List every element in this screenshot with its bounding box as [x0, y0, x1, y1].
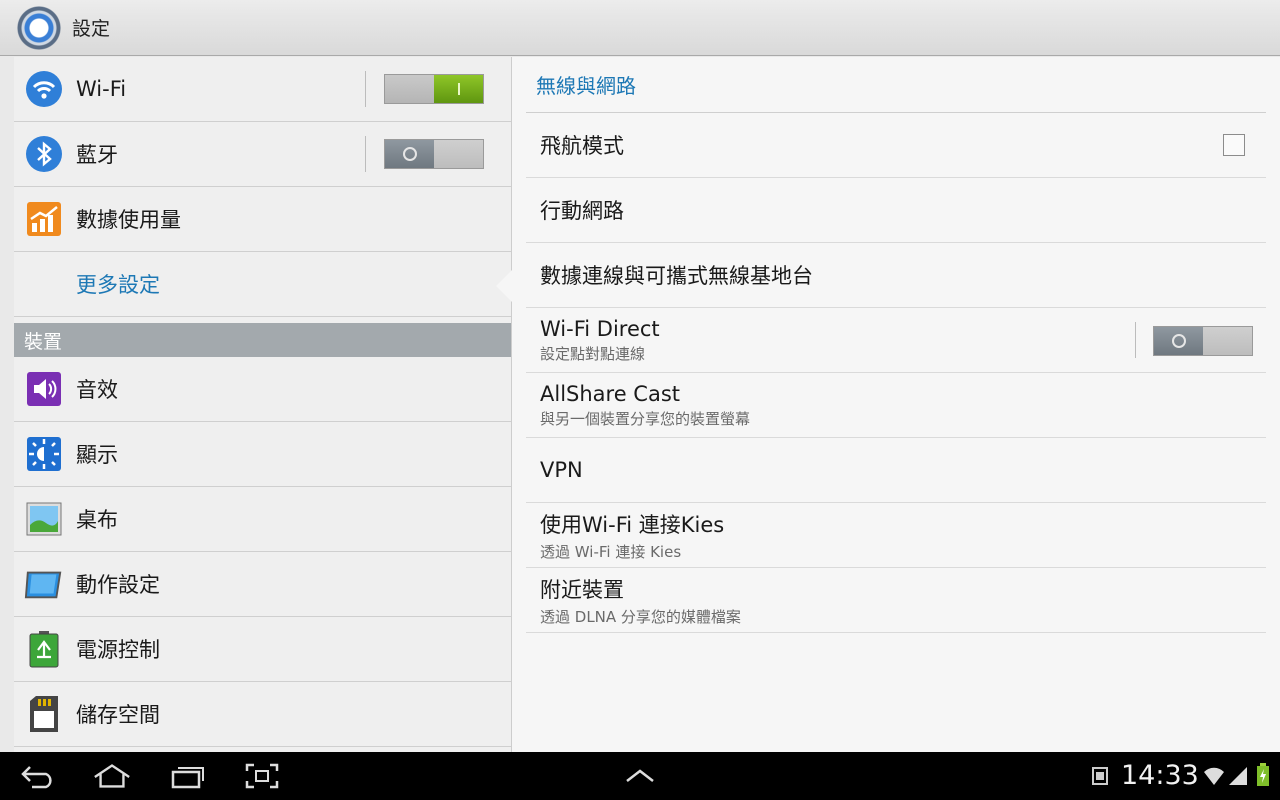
- expand-up-icon[interactable]: [620, 762, 660, 790]
- setting-vpn[interactable]: VPN: [526, 438, 1266, 503]
- sidebar-item-bluetooth[interactable]: 藍牙: [14, 122, 512, 187]
- setting-kies-via-wifi[interactable]: 使用Wi-Fi 連接Kies 透過 Wi-Fi 連接 Kies: [526, 503, 1266, 568]
- sidebar-item-label: Wi-Fi: [76, 77, 127, 101]
- sidebar-item-label: 更多設定: [76, 273, 160, 297]
- sidebar-item-label: 顯示: [76, 443, 118, 467]
- setting-subtitle: 與另一個裝置分享您的裝置螢幕: [540, 409, 751, 428]
- sidebar-item-wallpaper[interactable]: 桌布: [14, 487, 512, 552]
- sound-icon: [24, 369, 64, 409]
- setting-subtitle: 透過 DLNA 分享您的媒體檔案: [540, 607, 741, 626]
- divider: [365, 136, 366, 172]
- divider: [1135, 322, 1136, 358]
- selection-pointer: [496, 270, 512, 302]
- settings-gear-icon[interactable]: [17, 5, 61, 50]
- setting-title: VPN: [540, 458, 583, 482]
- detail-header-title: 無線與網路: [536, 74, 636, 98]
- storage-icon: [24, 694, 64, 734]
- settings-categories-pane: Wi-Fi 藍牙 數據使用量 更多設定 裝置 音效 顯示 桌布 動作設定 電源控…: [14, 57, 512, 752]
- setting-title: AllShare Cast: [540, 381, 681, 406]
- sidebar-item-motion[interactable]: 動作設定: [14, 552, 512, 617]
- wifi-direct-toggle[interactable]: [1153, 326, 1253, 356]
- sidebar-item-wifi[interactable]: Wi-Fi: [14, 57, 512, 122]
- screen-capture-icon[interactable]: [242, 762, 282, 790]
- screenshot-icon: [1090, 766, 1110, 790]
- sidebar-item-label: 數據使用量: [76, 208, 181, 232]
- setting-tethering-hotspot[interactable]: 數據連線與可攜式無線基地台: [526, 243, 1266, 308]
- back-icon[interactable]: [18, 762, 58, 790]
- sidebar-item-storage[interactable]: 儲存空間: [14, 682, 512, 747]
- wifi-icon: [24, 69, 64, 109]
- detail-header: 無線與網路: [526, 57, 1266, 113]
- recent-apps-icon[interactable]: [168, 762, 208, 790]
- setting-title: 使用Wi-Fi 連接Kies: [540, 512, 725, 537]
- sidebar-item-data-usage[interactable]: 數據使用量: [14, 187, 512, 252]
- status-clock: 14:33: [1121, 760, 1199, 791]
- wifi-signal-icon: [1203, 766, 1225, 790]
- display-icon: [24, 434, 64, 474]
- setting-nearby-devices[interactable]: 附近裝置 透過 DLNA 分享您的媒體檔案: [526, 568, 1266, 633]
- sidebar-item-label: 動作設定: [76, 573, 160, 597]
- setting-subtitle: 透過 Wi-Fi 連接 Kies: [540, 542, 682, 561]
- app-title: 設定: [72, 18, 111, 40]
- sidebar-item-label: 音效: [76, 378, 118, 402]
- sidebar-item-power-saving[interactable]: 電源控制: [14, 617, 512, 682]
- cell-signal-icon: [1228, 766, 1248, 790]
- power-saving-icon: [24, 629, 64, 669]
- battery-charging-icon: [1256, 763, 1270, 791]
- sidebar-item-more-settings[interactable]: 更多設定: [14, 252, 512, 317]
- sidebar-item-label: 藍牙: [76, 143, 118, 167]
- setting-title: 附近裝置: [540, 577, 624, 602]
- home-icon[interactable]: [92, 762, 132, 790]
- settings-detail-pane: 無線與網路 飛航模式 行動網路 數據連線與可攜式無線基地台 Wi-Fi Dire…: [512, 57, 1280, 752]
- system-bar: 14:33: [0, 752, 1280, 800]
- sidebar-item-display[interactable]: 顯示: [14, 422, 512, 487]
- wallpaper-icon: [24, 499, 64, 539]
- setting-title: 數據連線與可攜式無線基地台: [540, 264, 813, 288]
- wifi-toggle[interactable]: [384, 74, 484, 104]
- sidebar-item-sound[interactable]: 音效: [14, 357, 512, 422]
- sidebar-item-label: 儲存空間: [76, 703, 160, 727]
- setting-title: 飛航模式: [540, 134, 624, 158]
- divider: [365, 71, 366, 107]
- bluetooth-icon: [24, 134, 64, 174]
- setting-wifi-direct[interactable]: Wi-Fi Direct 設定點對點連線: [526, 308, 1266, 373]
- sidebar-item-label: 桌布: [76, 508, 118, 532]
- action-bar: 設定: [0, 0, 1280, 56]
- airplane-mode-checkbox[interactable]: [1223, 134, 1245, 156]
- setting-mobile-networks[interactable]: 行動網路: [526, 178, 1266, 243]
- setting-airplane-mode[interactable]: 飛航模式: [526, 113, 1266, 178]
- data-usage-icon: [24, 199, 64, 239]
- bluetooth-toggle[interactable]: [384, 139, 484, 169]
- section-header-device: 裝置: [14, 323, 512, 357]
- setting-allshare-cast[interactable]: AllShare Cast 與另一個裝置分享您的裝置螢幕: [526, 373, 1266, 438]
- detail-list: 飛航模式 行動網路 數據連線與可攜式無線基地台 Wi-Fi Direct 設定點…: [526, 113, 1266, 633]
- sidebar-item-label: 電源控制: [76, 638, 160, 662]
- motion-icon: [24, 564, 64, 604]
- setting-title: 行動網路: [540, 199, 624, 223]
